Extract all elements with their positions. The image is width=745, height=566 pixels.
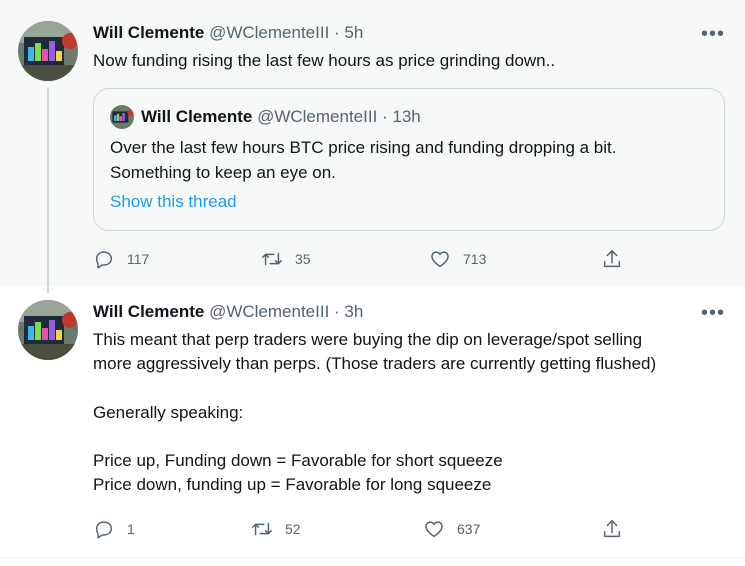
- like-button[interactable]: 637: [423, 517, 480, 541]
- like-button[interactable]: 713: [429, 247, 486, 271]
- avatar[interactable]: [18, 21, 78, 81]
- divider: [0, 557, 745, 558]
- show-thread-link[interactable]: Show this thread: [110, 191, 237, 213]
- author-name[interactable]: Will Clemente: [93, 302, 204, 321]
- tweet-text: This meant that perp traders were buying…: [93, 330, 657, 495]
- author-handle-time[interactable]: @WClementeIII · 5h: [209, 23, 363, 42]
- quote-header: Will Clemente @WClementeIII · 13h: [141, 106, 421, 128]
- avatar: [110, 105, 134, 129]
- heart-icon: [431, 251, 449, 268]
- retweet-icon: [252, 522, 272, 536]
- author-name[interactable]: Will Clemente: [93, 23, 204, 42]
- tweet-actions: 117 35 713: [93, 247, 653, 271]
- tweet-1[interactable]: Will Clemente @WClementeIII · 5h ••• Now…: [0, 0, 745, 286]
- reply-count: 1: [127, 521, 135, 537]
- tweet-actions: 1 52 637: [93, 517, 653, 541]
- tweet-header: Will Clemente @WClementeIII · 3h: [93, 301, 363, 323]
- tweet-2[interactable]: Will Clemente @WClementeIII · 3h ••• Thi…: [0, 286, 745, 558]
- avatar[interactable]: [18, 300, 78, 360]
- tweet-text: Now funding rising the last few hours as…: [93, 51, 556, 70]
- share-icon: [603, 520, 621, 538]
- tweet-header: Will Clemente @WClementeIII · 5h: [93, 22, 363, 44]
- reply-button[interactable]: 1: [93, 517, 135, 541]
- quote-author-name: Will Clemente: [141, 107, 253, 126]
- reply-icon: [95, 521, 113, 539]
- retweet-button[interactable]: 52: [251, 517, 301, 541]
- more-horizontal-icon[interactable]: •••: [701, 303, 725, 323]
- more-horizontal-icon[interactable]: •••: [701, 24, 725, 44]
- share-button[interactable]: [601, 517, 623, 541]
- retweet-icon: [262, 252, 282, 266]
- reply-icon: [95, 251, 113, 269]
- retweet-count: 52: [285, 521, 301, 537]
- share-icon: [603, 250, 621, 268]
- like-count: 713: [463, 251, 487, 267]
- retweet-count: 35: [295, 251, 311, 267]
- retweet-button[interactable]: 35: [261, 247, 311, 271]
- reply-count: 117: [127, 251, 150, 267]
- like-count: 637: [457, 521, 481, 537]
- quote-text: Over the last few hours BTC price rising…: [110, 138, 617, 182]
- thread-connector: [47, 88, 49, 293]
- quoted-tweet[interactable]: Will Clemente @WClementeIII · 13h Over t…: [93, 88, 725, 231]
- author-handle-time[interactable]: @WClementeIII · 3h: [209, 302, 363, 321]
- reply-button[interactable]: 117: [93, 247, 149, 271]
- heart-icon: [425, 521, 443, 538]
- share-button[interactable]: [601, 247, 623, 271]
- quote-author-handle-time: @WClementeIII · 13h: [257, 107, 421, 126]
